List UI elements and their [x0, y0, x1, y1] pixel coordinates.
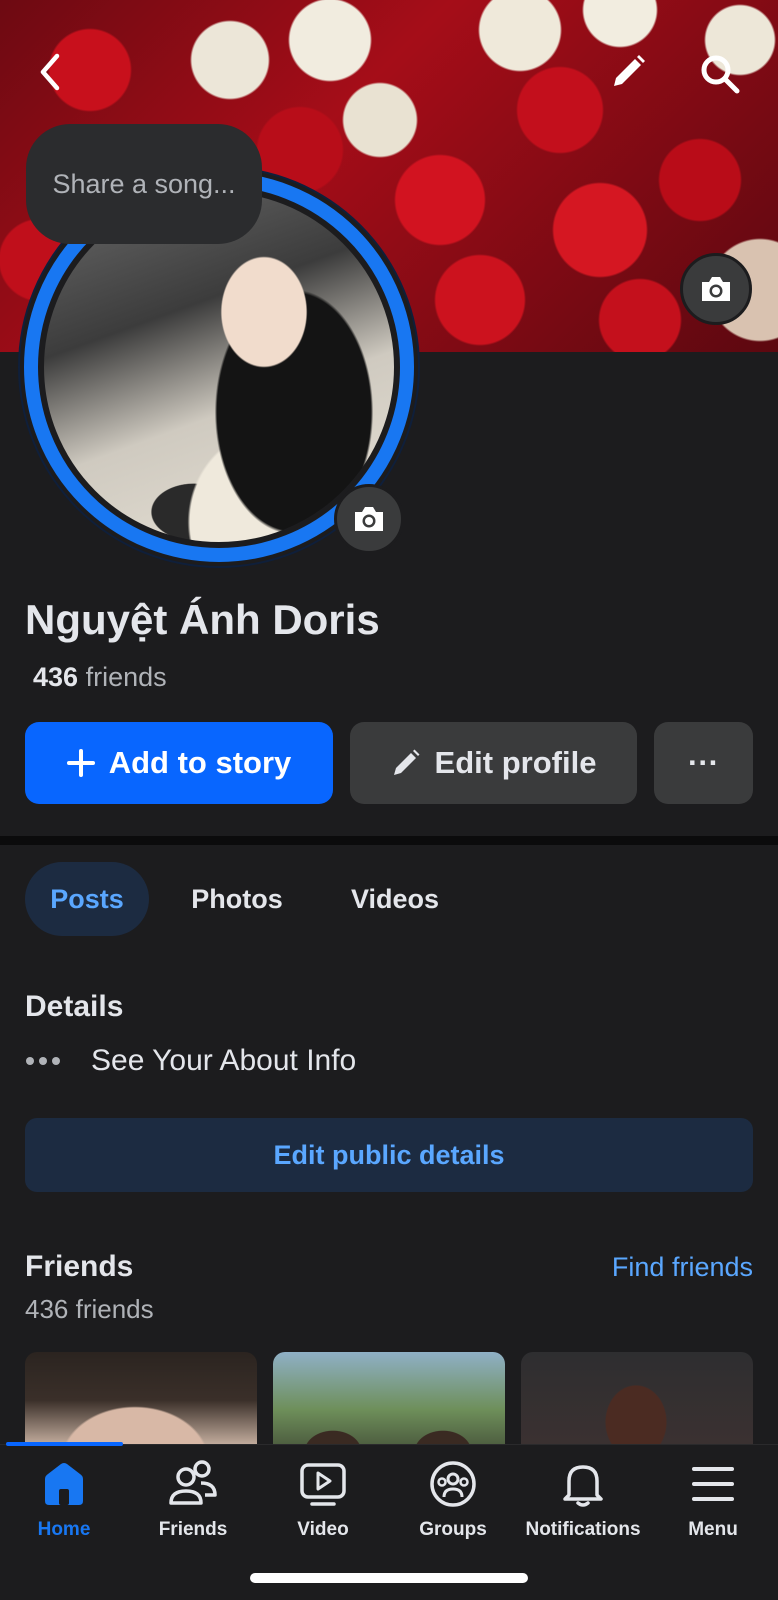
friend-tile[interactable]	[273, 1352, 505, 1448]
back-button[interactable]	[28, 50, 72, 94]
nav-notifications[interactable]: Notifications	[521, 1459, 645, 1541]
edit-profile-button[interactable]: Edit profile	[350, 722, 637, 804]
home-icon	[45, 1463, 83, 1505]
add-to-story-label: Add to story	[108, 745, 292, 780]
tab-posts[interactable]: Posts	[25, 862, 149, 936]
pencil-icon	[393, 749, 420, 775]
video-icon	[300, 1463, 346, 1506]
friends-count[interactable]: 436 friends	[33, 662, 167, 693]
nav-notifications-label: Notifications	[525, 1519, 641, 1540]
tab-videos[interactable]: Videos	[330, 862, 460, 936]
pencil-icon	[614, 55, 645, 86]
friend-tile[interactable]	[25, 1352, 257, 1448]
active-tab-indicator	[6, 1442, 123, 1446]
search-button[interactable]	[694, 48, 746, 100]
bell-icon	[563, 1465, 603, 1507]
menu-icon	[692, 1467, 734, 1501]
dots-horizontal-icon	[26, 1057, 60, 1065]
camera-icon	[355, 507, 383, 531]
groups-icon	[430, 1461, 476, 1507]
nav-video[interactable]: Video	[261, 1459, 385, 1541]
profile-page: Share a song... Nguyệt Ánh Doris 436 fri…	[0, 0, 778, 1600]
edit-cover-button[interactable]	[604, 48, 652, 96]
details-title: Details	[25, 990, 124, 1023]
profile-name: Nguyệt Ánh Doris	[25, 596, 380, 643]
edit-profile-label: Edit profile	[434, 745, 597, 780]
section-divider	[0, 836, 778, 845]
nav-home-label: Home	[37, 1519, 91, 1540]
nav-friends[interactable]: Friends	[131, 1459, 255, 1541]
share-song-bubble[interactable]: Share a song...	[26, 124, 262, 244]
nav-home[interactable]: Home	[2, 1459, 126, 1541]
nav-menu-label: Menu	[688, 1519, 738, 1540]
friends-icon	[169, 1460, 217, 1505]
camera-icon	[702, 277, 730, 301]
friends-subtitle: 436 friends	[25, 1294, 154, 1324]
more-options-button[interactable]: ···	[654, 722, 753, 804]
home-indicator[interactable]	[250, 1573, 528, 1583]
plus-icon	[66, 749, 95, 777]
friends-count-word: friends	[85, 662, 167, 692]
add-to-story-button[interactable]: Add to story	[25, 722, 333, 804]
nav-menu[interactable]: Menu	[651, 1459, 775, 1541]
find-friends-link[interactable]: Find friends	[612, 1252, 753, 1283]
about-info-label: See Your About Info	[91, 1044, 357, 1077]
nav-groups[interactable]: Groups	[391, 1459, 515, 1541]
friends-count-number: 436	[33, 662, 79, 692]
friend-tile[interactable]	[521, 1352, 753, 1448]
search-icon	[701, 55, 740, 94]
share-song-text: Share a song...	[52, 168, 236, 199]
nav-friends-label: Friends	[158, 1519, 228, 1540]
cover-camera-button[interactable]	[680, 253, 752, 325]
avatar-camera-button[interactable]	[334, 484, 404, 554]
chevron-left-icon	[40, 53, 60, 91]
tab-photos[interactable]: Photos	[170, 862, 304, 936]
about-info-row[interactable]: See Your About Info	[25, 1044, 356, 1078]
nav-groups-label: Groups	[419, 1519, 487, 1540]
more-options-label: ···	[688, 745, 719, 780]
friends-title: Friends	[25, 1250, 134, 1283]
nav-video-label: Video	[297, 1519, 349, 1540]
edit-public-details-button[interactable]: Edit public details	[25, 1118, 753, 1192]
